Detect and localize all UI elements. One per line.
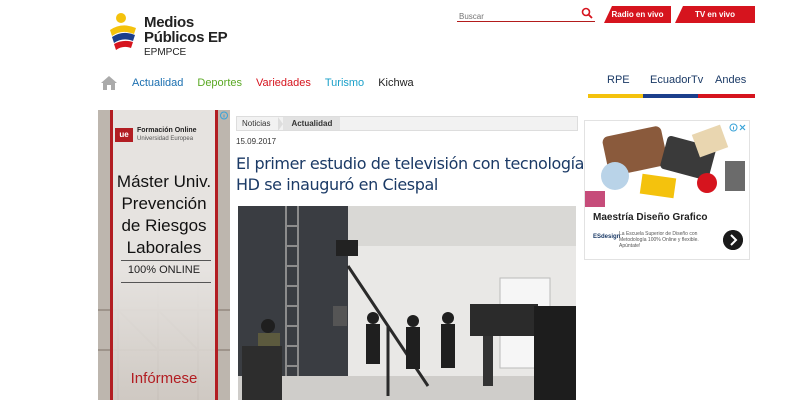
ad-choices-icon[interactable] xyxy=(729,123,747,132)
nav-item-actualidad[interactable]: Actualidad xyxy=(132,77,183,89)
logo-subtitle: EPMPCE xyxy=(144,47,187,58)
ad-illustration-image xyxy=(585,121,749,207)
logo-mark-icon xyxy=(110,13,136,50)
ad-choices-icon[interactable] xyxy=(219,111,229,120)
ad-banner-left[interactable]: ue Formación Online Universidad Europea … xyxy=(98,110,230,400)
breadcrumb: Noticias Actualidad xyxy=(236,116,578,131)
ad-divider xyxy=(121,260,211,261)
nav-link-ecuadortv[interactable]: EcuadorTv xyxy=(650,74,703,92)
page: Medios Públicos EP EPMPCE Radio en vivo … xyxy=(0,0,800,400)
ad-headline-line: de Riesgos xyxy=(121,216,207,235)
ad-headline-line: Máster Univ. xyxy=(116,172,212,191)
tv-live-button[interactable]: TV en vivo xyxy=(675,6,755,23)
logo-text-line2: Públicos EP xyxy=(144,29,228,46)
nav-item-variedades[interactable]: Variedades xyxy=(256,77,311,89)
ad-headline-line: Prevención xyxy=(121,194,207,213)
breadcrumb-actualidad[interactable]: Actualidad xyxy=(283,117,341,130)
ad-content-panel: ue Formación Online Universidad Europea … xyxy=(110,110,218,400)
ad-advertiser-logo: ESdesign xyxy=(593,234,621,240)
ad-brand-university: Universidad Europea xyxy=(137,136,194,142)
ad-brand-name: Formación Online xyxy=(137,127,197,134)
breadcrumb-noticias[interactable]: Noticias xyxy=(237,119,278,128)
nav-link-rpe[interactable]: RPE xyxy=(607,74,630,92)
flag-stripe-blue xyxy=(643,94,698,98)
ad-headline-line: Laborales xyxy=(126,238,202,257)
nav-item-turismo[interactable]: Turismo xyxy=(325,77,364,89)
radio-live-button[interactable]: Radio en vivo xyxy=(604,6,671,23)
chevron-right-icon[interactable] xyxy=(723,230,743,250)
article-title: El primer estudio de televisión con tecn… xyxy=(236,154,585,194)
nav-link-andes[interactable]: Andes xyxy=(715,74,746,92)
home-icon[interactable] xyxy=(100,75,118,91)
article-date: 15.09.2017 xyxy=(236,137,277,146)
ad-online-label: 100% ONLINE xyxy=(127,264,201,276)
search-box xyxy=(457,6,595,24)
main-nav: Actualidad Deportes Variedades Turismo K… xyxy=(100,74,428,92)
ad-title[interactable]: Maestría Diseño Grafico xyxy=(593,212,707,223)
ad-banner-right[interactable]: Maestría Diseño Grafico ESdesign La Escu… xyxy=(584,120,750,260)
search-input[interactable] xyxy=(457,9,575,24)
nav-item-deportes[interactable]: Deportes xyxy=(197,77,242,89)
ad-brand-logo: ue xyxy=(115,128,133,142)
ad-divider xyxy=(121,282,211,283)
flag-stripe-yellow xyxy=(588,94,643,98)
ad-cta-label[interactable]: Infórmese xyxy=(113,370,215,387)
ad-description: La Escuela Superior de Diseño con Metodo… xyxy=(619,231,699,249)
nav-item-kichwa[interactable]: Kichwa xyxy=(378,77,413,89)
site-logo[interactable]: Medios Públicos EP EPMPCE xyxy=(108,12,238,60)
article-photo xyxy=(238,206,576,400)
search-icon[interactable] xyxy=(581,7,593,19)
flag-stripe-red xyxy=(698,94,755,98)
